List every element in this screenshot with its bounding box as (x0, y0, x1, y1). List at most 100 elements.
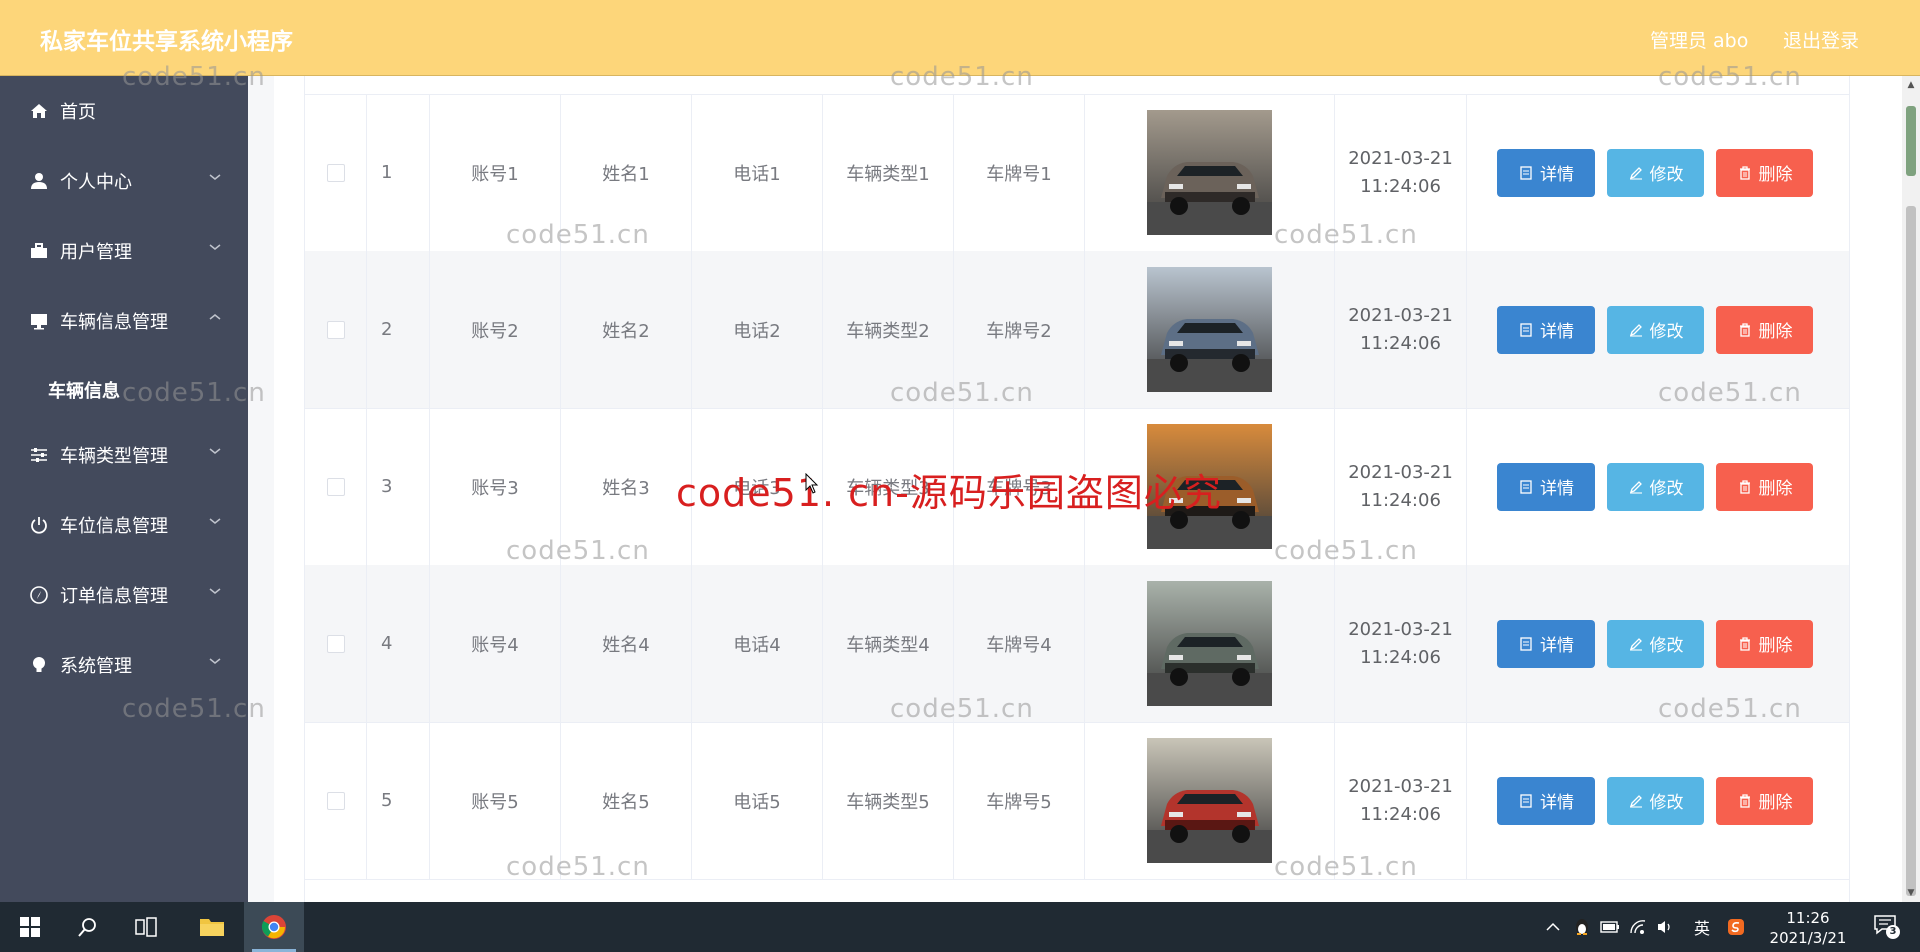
cell-phone: 电话4 (692, 565, 823, 722)
cell-phone: 电话5 (692, 722, 823, 879)
scroll-down-arrow-icon[interactable]: ▼ (1905, 888, 1917, 898)
car-photo[interactable] (1147, 738, 1272, 863)
cell-vehicle-type: 车辆类型5 (823, 722, 954, 879)
cell-phone: 电话3 (692, 408, 823, 565)
row-checkbox[interactable] (326, 791, 345, 810)
created-clock: 11:24:06 (1360, 489, 1441, 511)
start-button[interactable] (0, 902, 60, 952)
row-select-cell (305, 94, 367, 251)
edit-button[interactable]: 修改 (1607, 305, 1704, 354)
car-photo[interactable] (1147, 110, 1272, 235)
detail-button[interactable]: 详情 (1497, 148, 1595, 197)
detail-button[interactable]: 详情 (1497, 619, 1595, 668)
cell-vehicle-type: 车辆类型2 (823, 251, 954, 408)
row-index: 3 (367, 408, 430, 565)
cell-name: 姓名3 (561, 408, 692, 565)
chrome-taskbar-button[interactable] (244, 902, 304, 952)
vertical-scrollbar[interactable]: ▲ ▼ (1902, 76, 1920, 902)
scroll-up-arrow-icon[interactable]: ▲ (1905, 80, 1917, 90)
search-icon (78, 918, 96, 937)
sidebar-item-users[interactable]: 用户管理 (0, 228, 248, 274)
document-icon (1520, 479, 1532, 494)
row-select-cell (305, 408, 367, 565)
sidebar-item-system-management[interactable]: 系统管理 (0, 642, 248, 688)
cell-account: 账号1 (430, 94, 561, 251)
created-date: 2021-03-21 (1348, 304, 1453, 326)
sidebar-subitem-vehicle-info[interactable]: 车辆信息 (0, 368, 248, 412)
sidebar-item-order-management[interactable]: 订单信息管理 (0, 572, 248, 618)
sogou-input-icon[interactable] (1726, 917, 1746, 937)
admin-user-label: 管理员 abo (1650, 30, 1749, 52)
detail-button[interactable]: 详情 (1497, 305, 1595, 354)
chevron-down-icon (209, 588, 221, 594)
delete-button[interactable]: 删除 (1716, 148, 1813, 197)
chevron-down-icon (209, 658, 221, 664)
volume-icon[interactable] (1655, 917, 1675, 937)
row-checkbox[interactable] (326, 320, 345, 339)
chevron-up-icon[interactable] (1543, 917, 1563, 937)
car-photo[interactable] (1147, 267, 1272, 392)
logout-link[interactable]: 退出登录 (1783, 26, 1859, 53)
chevron-down-icon (209, 174, 221, 180)
edit-button[interactable]: 修改 (1607, 776, 1704, 825)
sidebar-item-parking-space-management[interactable]: 车位信息管理 (0, 502, 248, 548)
scrollbar-top-thumb[interactable] (1906, 106, 1916, 176)
mouse-cursor-icon (805, 473, 819, 494)
cell-name: 姓名4 (561, 565, 692, 722)
network-icon[interactable] (1628, 917, 1648, 937)
cell-account: 账号5 (430, 722, 561, 879)
file-explorer-button[interactable] (182, 902, 242, 952)
detail-button[interactable]: 详情 (1497, 776, 1595, 825)
sidebar-item-profile[interactable]: 个人中心 (0, 158, 248, 204)
pencil-icon (1629, 166, 1642, 180)
scrollbar-thumb[interactable] (1906, 206, 1916, 896)
cell-plate-number: 车牌号1 (954, 94, 1085, 251)
car-photo[interactable] (1147, 424, 1272, 549)
document-icon (1520, 322, 1532, 337)
detail-button-label: 详情 (1540, 165, 1574, 185)
task-view-button[interactable] (116, 902, 176, 952)
row-checkbox[interactable] (326, 477, 345, 496)
detail-button[interactable]: 详情 (1497, 462, 1595, 511)
sidebar-item-vehicle-type-management[interactable]: 车辆类型管理 (0, 432, 248, 478)
notification-center-button[interactable]: 3 (1874, 915, 1900, 939)
trash-icon (1739, 479, 1750, 494)
cell-actions: 详情 修改 删除 (1467, 565, 1849, 722)
compass-icon (28, 584, 50, 606)
taskbar-clock[interactable]: 11:26 2021/3/21 (1758, 908, 1858, 948)
detail-button-label: 详情 (1540, 793, 1574, 813)
battery-icon[interactable] (1600, 917, 1620, 937)
cell-plate-number: 车牌号5 (954, 722, 1085, 879)
delete-button[interactable]: 删除 (1716, 462, 1813, 511)
penguin-app-icon[interactable] (1572, 917, 1592, 937)
pencil-icon (1629, 637, 1642, 651)
cell-actions: 详情 修改 删除 (1467, 722, 1849, 879)
sidebar-item-vehicle-info-management[interactable]: 车辆信息管理 (0, 298, 248, 344)
monitor-icon (28, 310, 50, 332)
delete-button[interactable]: 删除 (1716, 776, 1813, 825)
delete-button[interactable]: 删除 (1716, 619, 1813, 668)
created-date: 2021-03-21 (1348, 775, 1453, 797)
cell-account: 账号2 (430, 251, 561, 408)
delete-button-label: 删除 (1758, 322, 1793, 342)
cell-plate-number: 车牌号4 (954, 565, 1085, 722)
clock-date: 2021/3/21 (1769, 929, 1847, 947)
car-photo[interactable] (1147, 581, 1272, 706)
chevron-down-icon (209, 448, 221, 454)
edit-button[interactable]: 修改 (1607, 462, 1704, 511)
edit-button-label: 修改 (1649, 165, 1684, 185)
edit-button[interactable]: 修改 (1607, 148, 1704, 197)
pencil-icon (1629, 794, 1642, 808)
row-checkbox[interactable] (326, 163, 345, 182)
table-row: 1 账号1 姓名1 电话1 车辆类型1 车牌号1 2021-03-21 11:24:06 详情 修… (305, 94, 1849, 252)
row-select-cell (305, 565, 367, 722)
cell-name: 姓名5 (561, 722, 692, 879)
edit-button[interactable]: 修改 (1607, 619, 1704, 668)
sidebar-item-home[interactable]: 首页 (0, 88, 248, 134)
created-clock: 11:24:06 (1360, 803, 1441, 825)
ime-language-indicator[interactable]: 英 (1692, 917, 1712, 938)
row-checkbox[interactable] (326, 634, 345, 653)
delete-button[interactable]: 删除 (1716, 305, 1813, 354)
sidebar-item-label: 个人中心 (60, 172, 132, 193)
taskbar-search-button[interactable] (58, 902, 118, 952)
